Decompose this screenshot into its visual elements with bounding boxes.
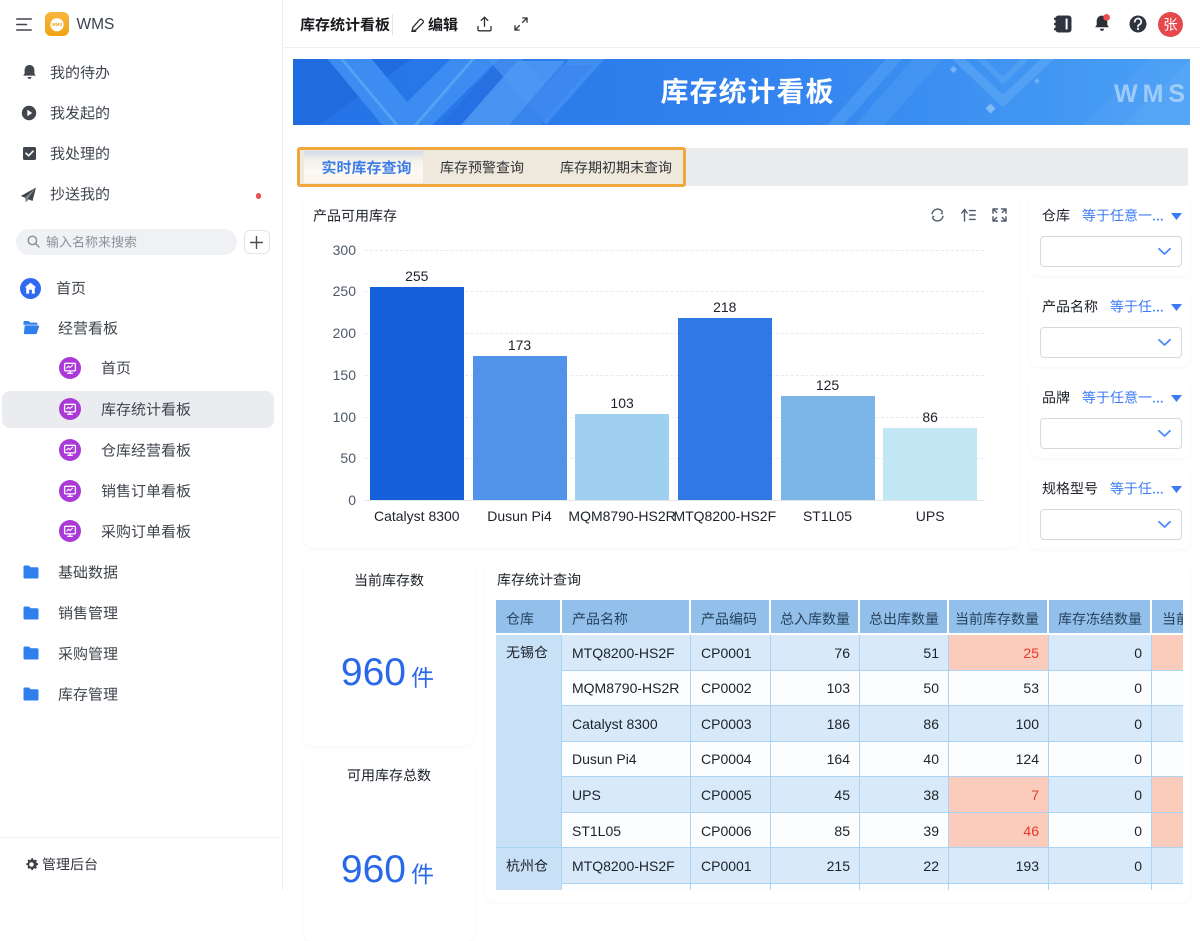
- svg-text:WMS: WMS: [52, 22, 62, 27]
